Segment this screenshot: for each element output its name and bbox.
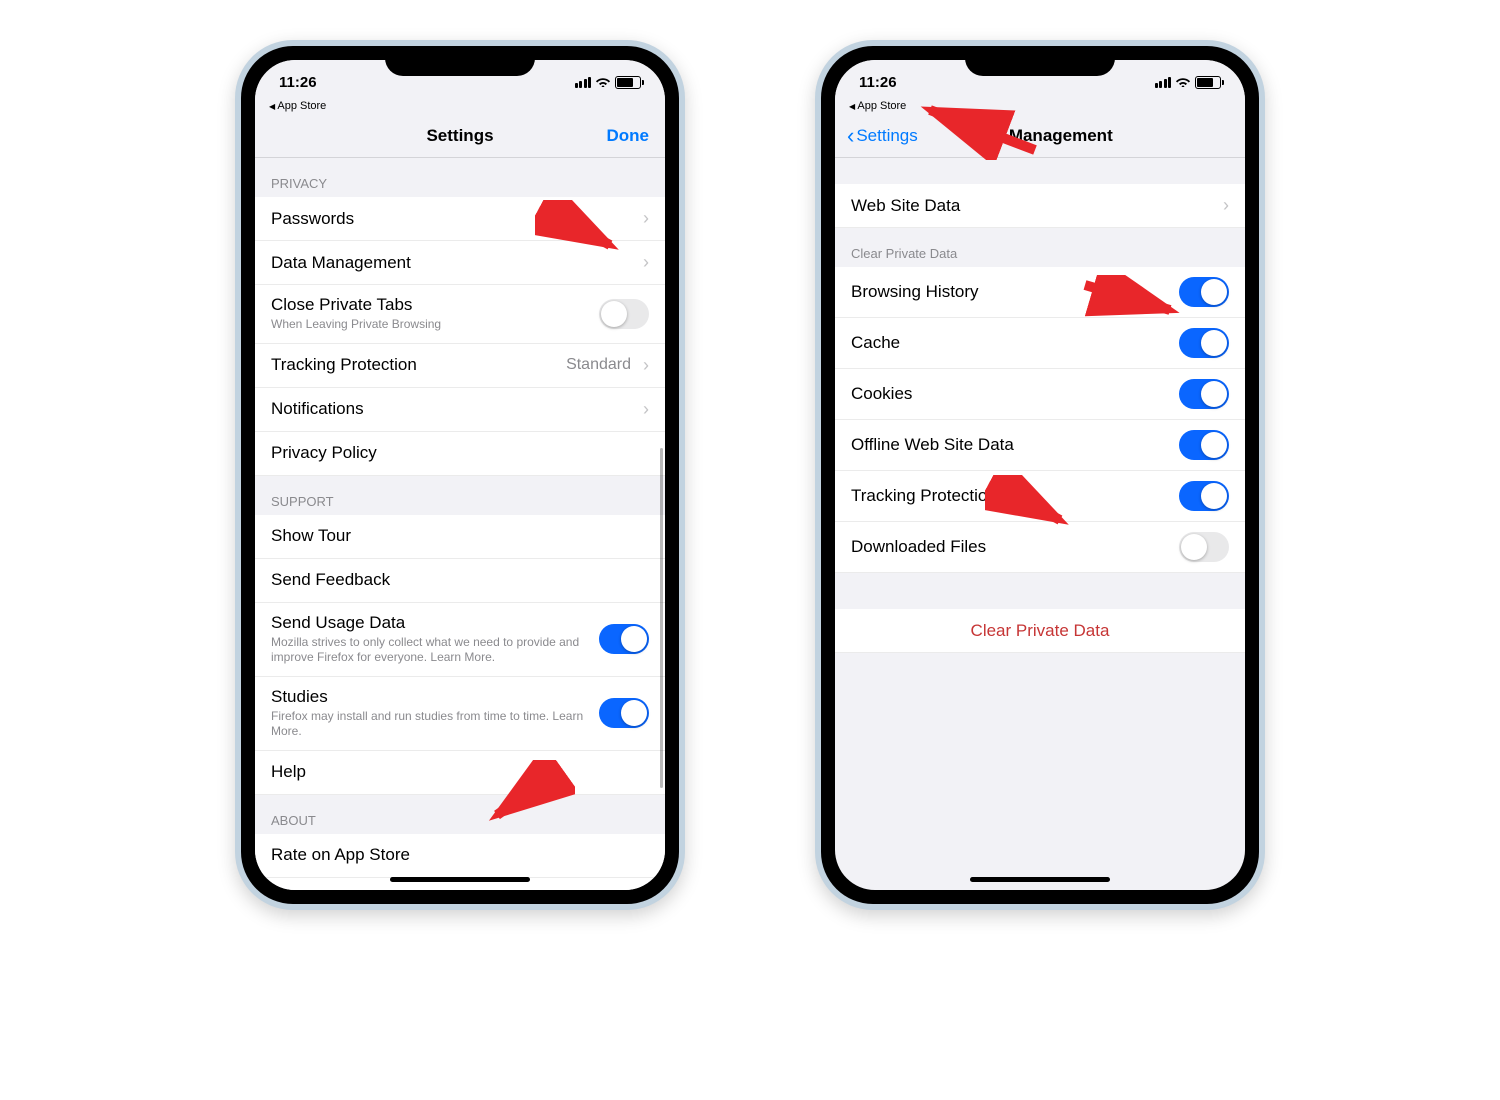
cellular-icon	[1155, 77, 1172, 88]
nav-title: Data Management	[967, 126, 1112, 146]
nav-bar: Settings Done	[255, 114, 665, 158]
phone-bezel: 11:26 App Store ‹ Settings Data Manageme…	[821, 46, 1259, 904]
battery-icon	[1195, 76, 1221, 89]
row-tracking-protection[interactable]: Tracking Protection Standard ›	[255, 344, 665, 388]
toggle-cookies[interactable]	[1179, 379, 1229, 409]
label-send-feedback: Send Feedback	[271, 570, 390, 590]
chevron-icon: ›	[643, 399, 649, 420]
back-to-app[interactable]: App Store	[255, 100, 665, 114]
settings-content: PRIVACY Passwords › Data Management › Cl…	[255, 158, 665, 890]
label-downloads: Downloaded Files	[851, 537, 986, 557]
wifi-icon	[595, 74, 611, 90]
toggle-send-usage[interactable]	[599, 624, 649, 654]
label-offline: Offline Web Site Data	[851, 435, 1014, 455]
toggle-browsing-history[interactable]	[1179, 277, 1229, 307]
status-time: 11:26	[859, 74, 949, 91]
sub-studies: Firefox may install and run studies from…	[271, 709, 605, 740]
cellular-icon	[575, 77, 592, 88]
label-tracking: Tracking Protection	[271, 355, 417, 375]
label-close-private: Close Private Tabs	[271, 295, 412, 315]
row-downloads[interactable]: Downloaded Files	[835, 522, 1245, 573]
nav-bar: ‹ Settings Data Management	[835, 114, 1245, 158]
section-privacy: PRIVACY	[255, 158, 665, 197]
back-button[interactable]: ‹ Settings	[847, 114, 918, 157]
data-mgmt-content: Web Site Data › Clear Private Data Brows…	[835, 158, 1245, 890]
chevron-icon: ›	[643, 208, 649, 229]
section-clear-header: Clear Private Data	[835, 228, 1245, 267]
row-show-tour[interactable]: Show Tour	[255, 515, 665, 559]
label-privacy-policy: Privacy Policy	[271, 443, 377, 463]
label-clear-private: Clear Private Data	[971, 621, 1110, 641]
row-notifications[interactable]: Notifications ›	[255, 388, 665, 432]
wifi-icon	[1175, 74, 1191, 90]
row-tracking[interactable]: Tracking Protection	[835, 471, 1245, 522]
chevron-icon: ›	[643, 355, 649, 376]
label-studies: Studies	[271, 687, 328, 707]
row-privacy-policy[interactable]: Privacy Policy	[255, 432, 665, 476]
row-send-feedback[interactable]: Send Feedback	[255, 559, 665, 603]
phone-bezel: 11:26 App Store Settings Done PRIVACY Pa…	[241, 46, 679, 904]
label-notifications: Notifications	[271, 399, 364, 419]
value-tracking: Standard	[566, 356, 631, 374]
home-indicator[interactable]	[390, 877, 530, 882]
label-browsing-history: Browsing History	[851, 282, 979, 302]
row-data-management[interactable]: Data Management ›	[255, 241, 665, 285]
clear-private-data-button[interactable]: Clear Private Data	[835, 609, 1245, 653]
label-web-site-data: Web Site Data	[851, 196, 960, 216]
chevron-icon: ›	[1223, 195, 1229, 216]
phone-settings: 11:26 App Store Settings Done PRIVACY Pa…	[235, 40, 685, 910]
section-support: SUPPORT	[255, 476, 665, 515]
row-cache[interactable]: Cache	[835, 318, 1245, 369]
phone-data-management: 11:26 App Store ‹ Settings Data Manageme…	[815, 40, 1265, 910]
toggle-cache[interactable]	[1179, 328, 1229, 358]
chevron-back-icon: ‹	[847, 123, 854, 149]
row-browsing-history[interactable]: Browsing History	[835, 267, 1245, 318]
status-icons	[1131, 74, 1221, 90]
done-button[interactable]: Done	[607, 114, 650, 157]
label-rate: Rate on App Store	[271, 845, 410, 865]
scrollbar[interactable]	[660, 448, 663, 788]
label-send-usage: Send Usage Data	[271, 613, 405, 633]
label-cache: Cache	[851, 333, 900, 353]
label-data-management: Data Management	[271, 253, 411, 273]
chevron-icon: ›	[643, 252, 649, 273]
toggle-offline[interactable]	[1179, 430, 1229, 460]
sub-send-usage: Mozilla strives to only collect what we …	[271, 635, 605, 666]
label-passwords: Passwords	[271, 209, 354, 229]
row-studies[interactable]: Studies Firefox may install and run stud…	[255, 677, 665, 751]
label-version: Firefox 113.1 (30885)	[271, 889, 432, 890]
battery-icon	[615, 76, 641, 89]
row-rate[interactable]: Rate on App Store	[255, 834, 665, 878]
label-tracking-prot: Tracking Protection	[851, 486, 997, 506]
sub-close-private: When Leaving Private Browsing	[271, 317, 441, 333]
notch	[965, 46, 1115, 76]
row-web-site-data[interactable]: Web Site Data ›	[835, 184, 1245, 228]
nav-title: Settings	[426, 126, 493, 146]
section-about: ABOUT	[255, 795, 665, 834]
row-cookies[interactable]: Cookies	[835, 369, 1245, 420]
screen-data-management: 11:26 App Store ‹ Settings Data Manageme…	[835, 60, 1245, 890]
toggle-downloads[interactable]	[1179, 532, 1229, 562]
back-to-app[interactable]: App Store	[835, 100, 1245, 114]
label-show-tour: Show Tour	[271, 526, 351, 546]
row-send-usage[interactable]: Send Usage Data Mozilla strives to only …	[255, 603, 665, 677]
status-icons	[551, 74, 641, 90]
label-cookies: Cookies	[851, 384, 912, 404]
row-passwords[interactable]: Passwords ›	[255, 197, 665, 241]
toggle-studies[interactable]	[599, 698, 649, 728]
row-close-private-tabs[interactable]: Close Private Tabs When Leaving Private …	[255, 285, 665, 344]
toggle-tracking[interactable]	[1179, 481, 1229, 511]
label-help: Help	[271, 762, 306, 782]
toggle-close-private[interactable]	[599, 299, 649, 329]
row-offline[interactable]: Offline Web Site Data	[835, 420, 1245, 471]
back-label: Settings	[856, 126, 917, 146]
screen-settings: 11:26 App Store Settings Done PRIVACY Pa…	[255, 60, 665, 890]
status-time: 11:26	[279, 74, 369, 91]
home-indicator[interactable]	[970, 877, 1110, 882]
notch	[385, 46, 535, 76]
row-help[interactable]: Help	[255, 751, 665, 795]
